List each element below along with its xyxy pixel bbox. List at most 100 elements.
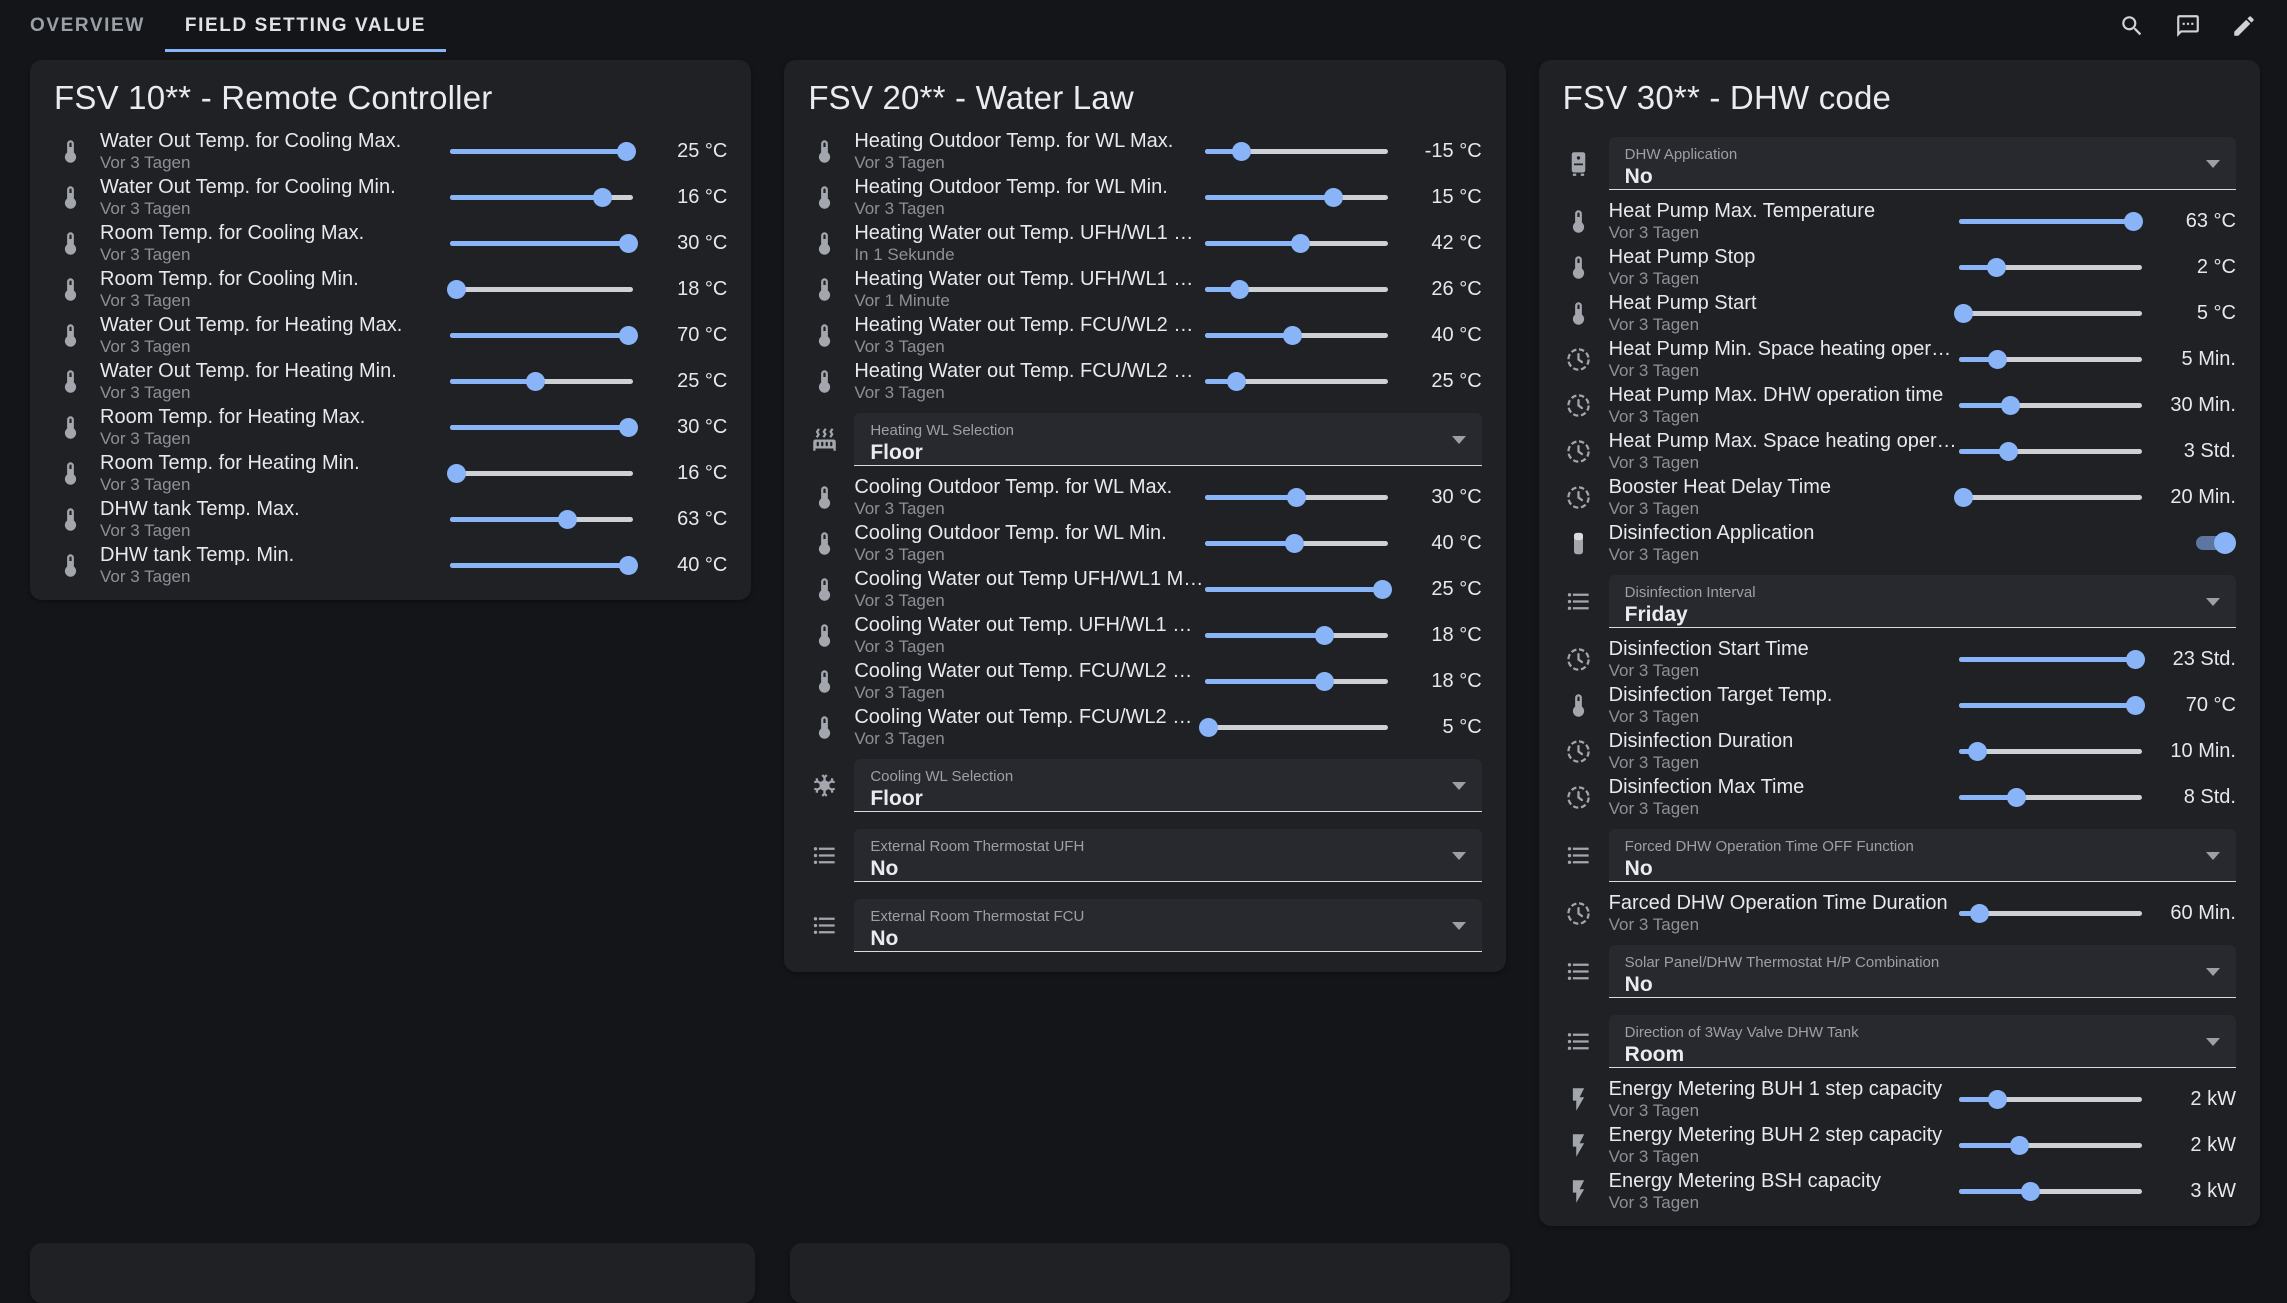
select-field[interactable]: Solar Panel/DHW Thermostat H/P Combinati… (1609, 945, 2236, 998)
slider-thumb[interactable] (1954, 488, 1973, 507)
select-field[interactable]: Cooling WL SelectionFloor (854, 759, 1481, 812)
setting-slider[interactable] (450, 462, 633, 484)
setting-slider[interactable] (1959, 1134, 2142, 1156)
setting-slider[interactable] (450, 554, 633, 576)
select-field[interactable]: External Room Thermostat FCUNo (854, 899, 1481, 952)
slider-thumb[interactable] (558, 510, 577, 529)
slider-thumb[interactable] (1227, 372, 1246, 391)
setting-slider[interactable] (1959, 1180, 2142, 1202)
setting-slider[interactable] (1205, 324, 1388, 346)
slider-thumb[interactable] (1287, 488, 1306, 507)
edit-pencil-icon[interactable] (2227, 9, 2261, 43)
tab-overview[interactable]: OVERVIEW (10, 0, 165, 52)
setting-slider[interactable] (450, 186, 633, 208)
select-field[interactable]: External Room Thermostat UFHNo (854, 829, 1481, 882)
slider-thumb[interactable] (617, 142, 636, 161)
slider-track (1205, 725, 1388, 730)
slider-thumb[interactable] (2010, 1136, 2029, 1155)
setting-slider[interactable] (1959, 786, 2142, 808)
setting-slider[interactable] (1959, 440, 2142, 462)
setting-slider[interactable] (1205, 670, 1388, 692)
setting-row: Farced DHW Operation Time DurationVor 3 … (1563, 890, 2236, 936)
setting-slider[interactable] (1205, 140, 1388, 162)
setting-slider[interactable] (1205, 532, 1388, 554)
select-field[interactable]: Forced DHW Operation Time OFF FunctionNo (1609, 829, 2236, 882)
setting-slider[interactable] (1959, 348, 2142, 370)
slider-thumb[interactable] (2007, 788, 2026, 807)
slider-thumb[interactable] (2126, 650, 2145, 669)
slider-thumb[interactable] (1970, 904, 1989, 923)
slider-thumb[interactable] (1988, 1090, 2007, 1109)
slider-thumb[interactable] (619, 326, 638, 345)
slider-thumb[interactable] (2124, 212, 2143, 231)
setting-slider[interactable] (1959, 394, 2142, 416)
setting-slider[interactable] (1205, 232, 1388, 254)
slider-thumb[interactable] (1283, 326, 1302, 345)
slider-thumb[interactable] (1987, 258, 2006, 277)
setting-name: Heating Outdoor Temp. for WL Min. (854, 176, 1204, 199)
setting-text: Energy Metering BUH 2 step capacityVor 3… (1595, 1124, 1959, 1167)
setting-slider[interactable] (1205, 370, 1388, 392)
tab-bar: OVERVIEW FIELD SETTING VALUE (0, 0, 446, 52)
setting-slider[interactable] (1205, 486, 1388, 508)
setting-slider[interactable] (450, 278, 633, 300)
setting-slider[interactable] (1959, 648, 2142, 670)
slider-thumb[interactable] (619, 418, 638, 437)
toggle-switch[interactable] (2192, 531, 2236, 555)
setting-slider[interactable] (450, 140, 633, 162)
slider-thumb[interactable] (526, 372, 545, 391)
chat-icon[interactable] (2171, 9, 2205, 43)
slider-thumb[interactable] (619, 234, 638, 253)
slider-thumb[interactable] (2001, 396, 2020, 415)
slider-thumb[interactable] (2126, 696, 2145, 715)
setting-slider[interactable] (1959, 486, 2142, 508)
slider-thumb[interactable] (619, 556, 638, 575)
slider-thumb[interactable] (593, 188, 612, 207)
slider-thumb[interactable] (1324, 188, 1343, 207)
slider-thumb[interactable] (1315, 626, 1334, 645)
slider-fill (450, 149, 626, 154)
setting-slider[interactable] (450, 370, 633, 392)
setting-slider[interactable] (1205, 716, 1388, 738)
setting-slider[interactable] (1959, 256, 2142, 278)
tab-field-setting-value[interactable]: FIELD SETTING VALUE (165, 0, 446, 52)
setting-slider[interactable] (1959, 210, 2142, 232)
setting-slider[interactable] (450, 416, 633, 438)
select-row: Disinfection IntervalFriday (1563, 566, 2236, 636)
flash-icon (1563, 1132, 1595, 1159)
setting-slider[interactable] (1205, 624, 1388, 646)
setting-slider[interactable] (450, 508, 633, 530)
slider-thumb[interactable] (1999, 442, 2018, 461)
slider-thumb[interactable] (447, 280, 466, 299)
slider-thumb[interactable] (1291, 234, 1310, 253)
slider-thumb[interactable] (1285, 534, 1304, 553)
setting-value: 25 °C (633, 370, 727, 393)
select-field[interactable]: DHW ApplicationNo (1609, 137, 2236, 190)
slider-thumb[interactable] (1373, 580, 1392, 599)
setting-slider[interactable] (1205, 278, 1388, 300)
slider-thumb[interactable] (1315, 672, 1334, 691)
setting-slider[interactable] (1959, 1088, 2142, 1110)
select-field[interactable]: Heating WL SelectionFloor (854, 413, 1481, 466)
setting-slider[interactable] (450, 232, 633, 254)
setting-slider[interactable] (1959, 740, 2142, 762)
slider-thumb[interactable] (1232, 142, 1251, 161)
slider-thumb[interactable] (1968, 742, 1987, 761)
setting-slider[interactable] (1959, 902, 2142, 924)
select-field[interactable]: Direction of 3Way Valve DHW TankRoom (1609, 1015, 2236, 1068)
slider-thumb[interactable] (1988, 350, 2007, 369)
slider-thumb[interactable] (447, 464, 466, 483)
setting-slider[interactable] (1959, 694, 2142, 716)
setting-text: Disinfection Start TimeVor 3 Tagen (1595, 638, 1959, 681)
setting-slider[interactable] (1205, 186, 1388, 208)
slider-thumb[interactable] (1199, 718, 1218, 737)
slider-thumb[interactable] (1954, 304, 1973, 323)
thermometer-icon (54, 322, 86, 349)
slider-thumb[interactable] (1230, 280, 1249, 299)
setting-slider[interactable] (1959, 302, 2142, 324)
setting-slider[interactable] (450, 324, 633, 346)
search-icon[interactable] (2115, 9, 2149, 43)
setting-slider[interactable] (1205, 578, 1388, 600)
slider-thumb[interactable] (2021, 1182, 2040, 1201)
select-field[interactable]: Disinfection IntervalFriday (1609, 575, 2236, 628)
